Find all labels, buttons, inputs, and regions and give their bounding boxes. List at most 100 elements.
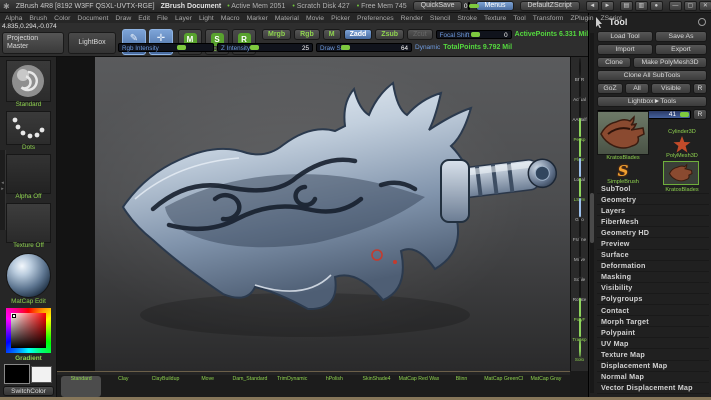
current-texture-thumb[interactable]	[6, 203, 51, 243]
zsub-toggle[interactable]: Zsub	[375, 29, 404, 40]
z-intensity-slider[interactable]: Z Intensity 25	[217, 43, 313, 52]
tray-item[interactable]: ClayBuildup	[145, 376, 185, 397]
tray-item[interactable]: MatCap Red Wax	[399, 376, 440, 397]
active-tool-thumb[interactable]	[597, 111, 649, 155]
right-shelf-button[interactable]: Actual	[571, 79, 588, 99]
menu-item[interactable]: Stencil	[430, 15, 450, 22]
tool-subpalette-header[interactable]: Vector Displacement Map	[597, 383, 709, 394]
menu-item[interactable]: Texture	[484, 15, 506, 22]
menu-item[interactable]: Light	[199, 15, 214, 22]
tray-item[interactable]: Blinn	[441, 376, 481, 397]
current-stroke-thumb[interactable]	[6, 111, 51, 145]
tray-item[interactable]: SkinShade4	[356, 376, 396, 397]
tray-item[interactable]: MatCap Gray	[526, 376, 566, 397]
tray-item[interactable]: Clay	[103, 376, 143, 397]
menu-item[interactable]: Document	[77, 15, 108, 22]
clone-all-subtools-button[interactable]: Clone All SubTools	[597, 70, 707, 81]
lock-icon[interactable]: ●	[650, 1, 663, 11]
palette-config-icon[interactable]: ▥	[635, 1, 648, 11]
menu-item[interactable]: Preferences	[357, 15, 394, 22]
focal-shift-slider[interactable]: Focal Shift 0	[436, 30, 512, 39]
tool-subpalette-header[interactable]: Geometry	[597, 194, 709, 205]
tool-subpalette-header[interactable]: Normal Map	[597, 372, 709, 383]
tray-item[interactable]: hPolish	[314, 376, 354, 397]
draw-size-knob[interactable]	[341, 45, 350, 50]
tray-item[interactable]: MatCap GreenCl	[484, 376, 524, 397]
goz-visible-button[interactable]: Visible	[651, 83, 691, 94]
menu-item[interactable]: Brush	[29, 15, 47, 22]
rgb-intensity-knob[interactable]	[177, 45, 186, 50]
switch-color-button[interactable]: SwitchColor	[3, 386, 54, 396]
save-as-button[interactable]: Save As	[655, 31, 707, 42]
quicksave-button[interactable]: QuickSave	[413, 1, 463, 11]
menu-item[interactable]: Movie	[306, 15, 324, 22]
menu-item[interactable]: Material	[275, 15, 299, 22]
menu-item[interactable]: Macro	[221, 15, 240, 22]
right-shelf-button[interactable]: Scale	[571, 259, 588, 279]
right-shelf-button[interactable]: Floor	[571, 139, 588, 159]
dynamic-label[interactable]: Dynamic	[415, 44, 440, 51]
rgb-intensity-slider[interactable]: Rgb Intensity	[118, 43, 214, 52]
current-material-thumb[interactable]	[6, 253, 51, 298]
right-shelf-button[interactable]: LSym	[571, 179, 588, 199]
tool-subpalette-header[interactable]: Morph Target	[597, 316, 709, 327]
menu-item[interactable]: ZScript	[601, 15, 623, 22]
tray-item[interactable]: Dam_Standard	[230, 376, 270, 397]
tool-panel-scrollbar[interactable]	[590, 33, 594, 393]
tool-panel-scroll-thumb[interactable]	[590, 193, 594, 243]
menu-item[interactable]: Picker	[331, 15, 350, 22]
import-button[interactable]: Import	[597, 44, 653, 55]
gradient-label[interactable]: Gradient	[0, 355, 57, 362]
tool-subpalette-header[interactable]: Displacement Map	[597, 361, 709, 372]
goz-r-button[interactable]: R	[693, 83, 707, 94]
menu-item[interactable]: File	[157, 15, 168, 22]
restore-button[interactable]: ▢	[684, 1, 697, 11]
minimize-button[interactable]: —	[669, 1, 682, 11]
menu-item[interactable]: Stroke	[457, 15, 477, 22]
tray-item[interactable]: Move	[188, 376, 228, 397]
tool-subpalette-header[interactable]: Masking	[597, 272, 709, 283]
menu-item[interactable]: ZPlugin	[570, 15, 593, 22]
right-shelf-button[interactable]: Persp	[571, 119, 588, 139]
canvas-area[interactable]	[57, 57, 570, 371]
tool-subpalette-header[interactable]: Preview	[597, 238, 709, 249]
menu-item[interactable]: Edit	[138, 15, 150, 22]
right-shelf-button[interactable]: Move	[571, 239, 588, 259]
right-shelf-button[interactable]: AAHalf	[571, 99, 588, 119]
draw-size-slider[interactable]: Draw Size 64	[316, 43, 412, 52]
tool-subpalette-header[interactable]: Surface	[597, 250, 709, 261]
export-button[interactable]: Export	[655, 44, 707, 55]
m-toggle[interactable]: M	[323, 29, 341, 40]
lightbox-tools-button[interactable]: Lightbox►Tools	[597, 96, 707, 107]
tray-item[interactable]: TrimDynamic	[272, 376, 312, 397]
current-alpha-thumb[interactable]	[6, 154, 51, 194]
z-intensity-knob[interactable]	[250, 45, 259, 50]
next-document-icon[interactable]: ►	[601, 1, 614, 11]
color-saturation-square[interactable]	[11, 313, 46, 348]
blade-of-chaos-model[interactable]	[95, 57, 570, 371]
tool-subpalette-header[interactable]: Polygroups	[597, 294, 709, 305]
zcut-toggle[interactable]: Zcut	[407, 29, 433, 40]
prev-document-icon[interactable]: ◄	[586, 1, 599, 11]
tray-item[interactable]: Standard	[61, 376, 101, 397]
tool-subpalette-header[interactable]: SubTool	[597, 183, 709, 194]
tool-subpalette-header[interactable]: Layers	[597, 205, 709, 216]
zbrush-document[interactable]	[95, 57, 570, 371]
right-shelf-button[interactable]: Geo	[571, 199, 588, 219]
tool-subpalette-header[interactable]: Contact	[597, 305, 709, 316]
zadd-toggle[interactable]: Zadd	[344, 29, 373, 40]
secondary-color-swatch[interactable]	[31, 366, 52, 383]
tool-subpalette-header[interactable]: Texture Map	[597, 349, 709, 360]
menu-item[interactable]: Draw	[115, 15, 131, 22]
default-zscript-button[interactable]: DefaultZScript	[520, 1, 580, 11]
right-shelf-button[interactable]: Transp	[571, 319, 588, 339]
palette-menu-icon[interactable]	[698, 18, 706, 26]
menu-item[interactable]: Transform	[533, 15, 564, 22]
close-button[interactable]: ✕	[699, 1, 711, 11]
menu-item[interactable]: Layer	[175, 15, 192, 22]
right-shelf-button[interactable]: Rotate	[571, 279, 588, 299]
tool-subpalette-header[interactable]: Visibility	[597, 283, 709, 294]
goz-all-button[interactable]: All	[625, 83, 649, 94]
menu-item[interactable]: Tool	[513, 15, 525, 22]
menu-item[interactable]: Marker	[247, 15, 268, 22]
